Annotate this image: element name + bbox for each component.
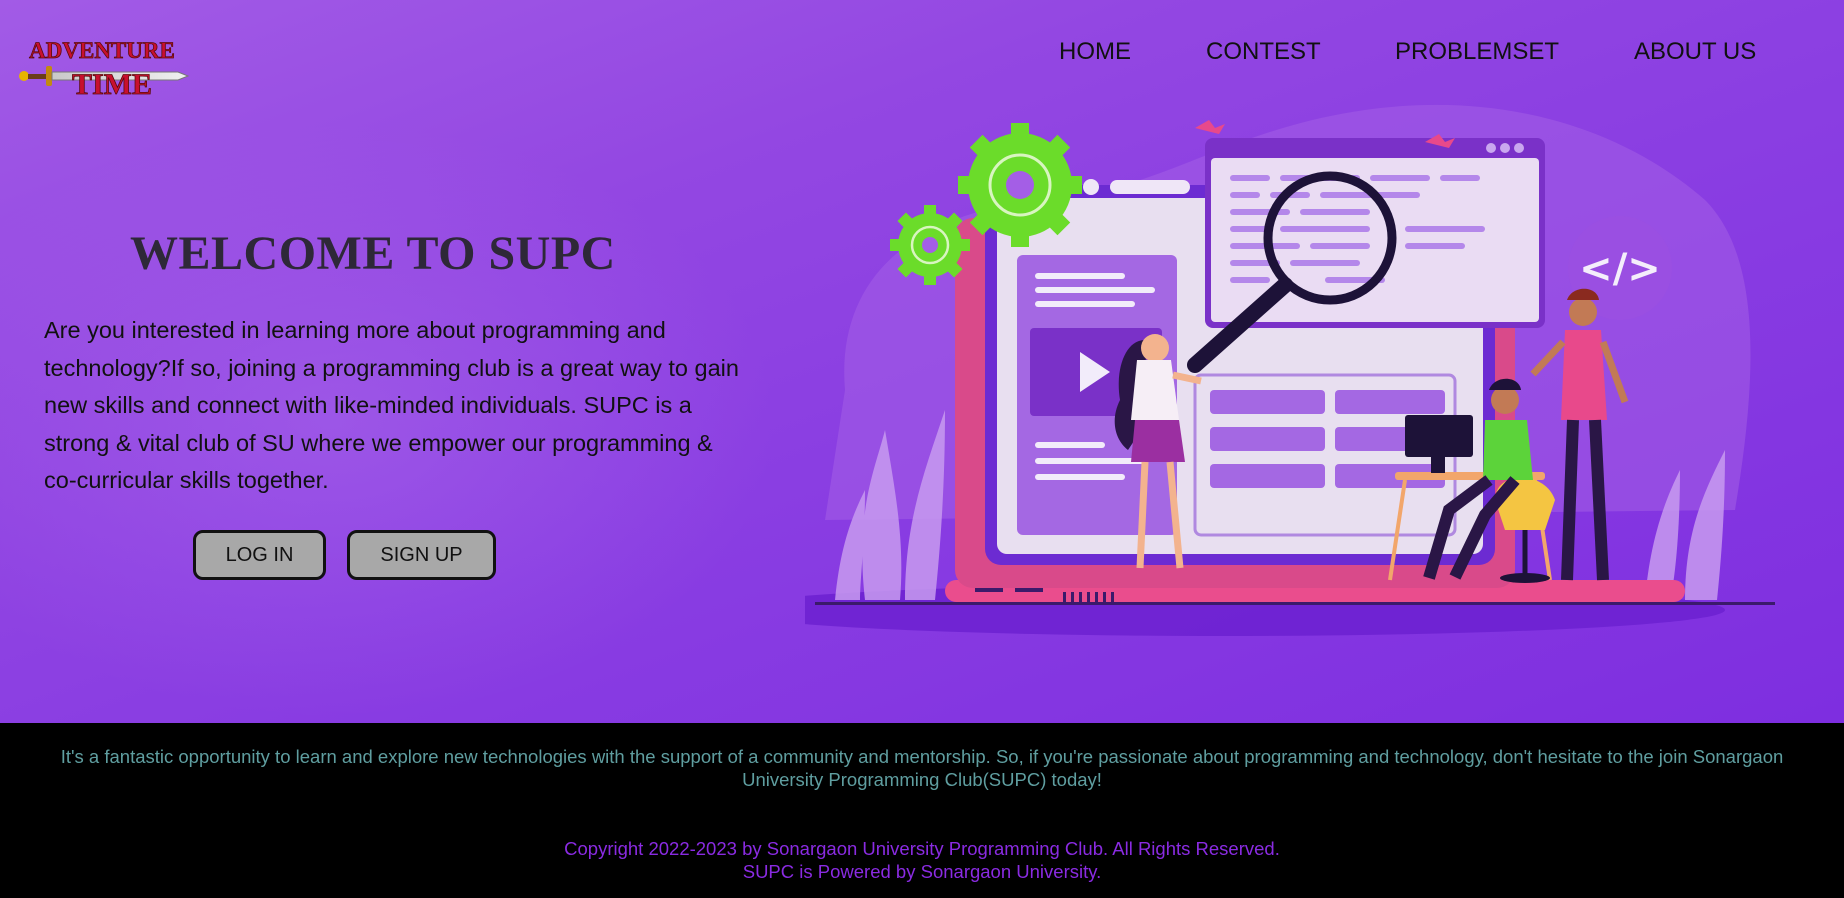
intro-paragraph: Are you interested in learning more abou… bbox=[44, 317, 739, 493]
svg-text:ADVENTURE: ADVENTURE bbox=[29, 38, 175, 63]
signup-button[interactable]: SIGN UP bbox=[347, 530, 496, 580]
powered-by-text: SUPC is Powered by Sonargaon University. bbox=[742, 861, 1102, 882]
hero-section: ADVENTURE TIME HOME CONTEST PROBLEMSET A… bbox=[0, 0, 1844, 723]
login-button[interactable]: LOG IN bbox=[193, 530, 326, 580]
svg-text:</>: </> bbox=[1579, 246, 1661, 292]
footer: It's a fantastic opportunity to learn an… bbox=[0, 723, 1844, 898]
footer-copyright-block: Copyright 2022-2023 by Sonargaon Univers… bbox=[0, 837, 1844, 883]
nav-problemset-link[interactable]: PROBLEMSET bbox=[1395, 38, 1559, 66]
programming-team-illustration: </> bbox=[805, 104, 1775, 636]
welcome-heading: WELCOME TO SUPC bbox=[130, 227, 616, 280]
nav-home-link[interactable]: HOME bbox=[1059, 38, 1131, 66]
page: ADVENTURE TIME HOME CONTEST PROBLEMSET A… bbox=[0, 0, 1844, 898]
copyright-text: Copyright 2022-2023 by Sonargaon Univers… bbox=[564, 838, 1280, 859]
adventure-time-logo[interactable]: ADVENTURE TIME bbox=[16, 30, 191, 105]
footer-message: It's a fantastic opportunity to learn an… bbox=[60, 746, 1784, 790]
nav-about-us-link[interactable]: ABOUT US bbox=[1634, 38, 1756, 66]
svg-text:TIME: TIME bbox=[72, 68, 152, 101]
nav-contest-link[interactable]: CONTEST bbox=[1206, 38, 1321, 66]
